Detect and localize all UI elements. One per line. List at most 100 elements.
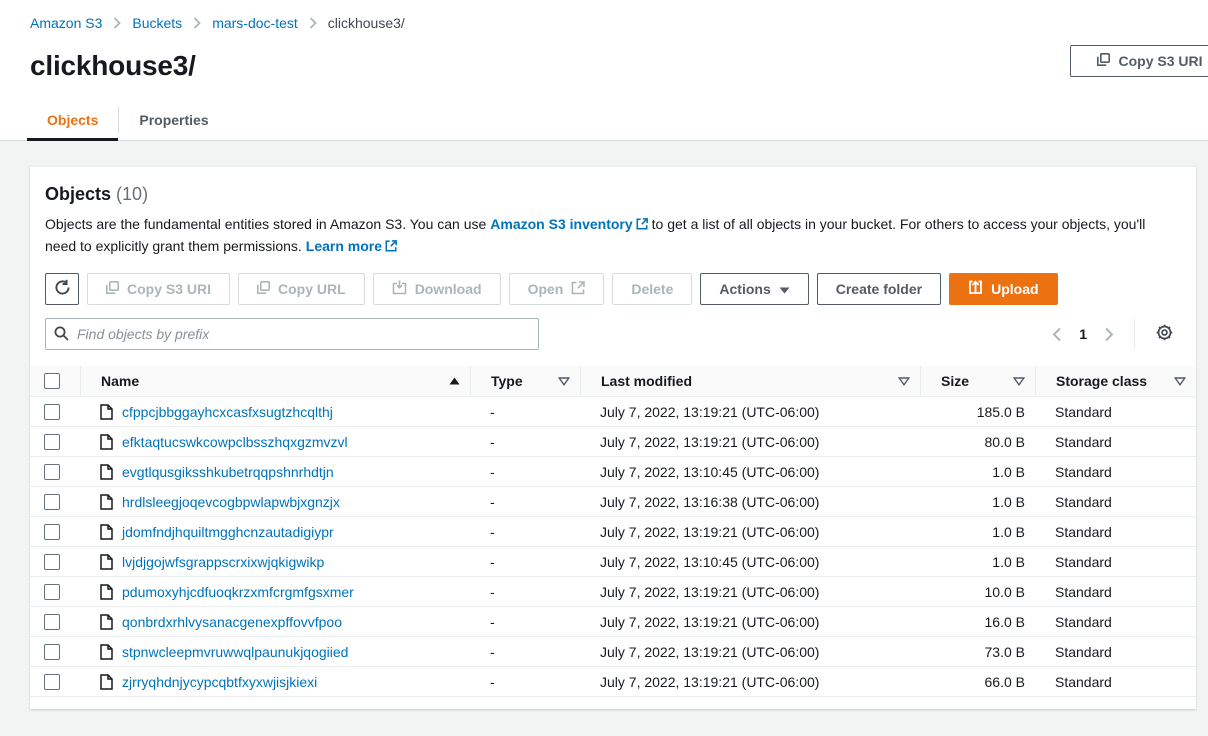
object-storage-class: Standard (1035, 517, 1196, 546)
column-header-name[interactable]: Name (80, 366, 470, 396)
table-row: cfppcjbbggayhcxcasfxsugtzhcqlthj - July … (30, 397, 1196, 427)
table-row: jdomfndjhquiltmgghcnzautadigiypr - July … (30, 517, 1196, 547)
copy-s3-uri-header-button[interactable]: Copy S3 URI (1070, 45, 1208, 77)
row-checkbox[interactable] (44, 494, 60, 510)
object-size: 1.0 B (920, 457, 1035, 486)
preferences-gear-button[interactable] (1153, 321, 1176, 347)
row-checkbox-cell (30, 397, 80, 426)
column-header-storage-class[interactable]: Storage class (1035, 366, 1196, 396)
object-type: - (470, 637, 580, 666)
current-page[interactable]: 1 (1077, 326, 1089, 342)
object-name-cell: jdomfndjhquiltmgghcnzautadigiypr (80, 517, 470, 546)
breadcrumb-item[interactable]: Amazon S3 (30, 15, 102, 31)
select-all-checkbox-cell (30, 366, 80, 396)
object-name-link[interactable]: hrdlsleegjoqevcogbpwlapwbjxgnzjx (122, 494, 340, 510)
refresh-button[interactable] (45, 273, 79, 305)
column-header-size[interactable]: Size (920, 366, 1035, 396)
download-button[interactable]: Download (373, 273, 501, 305)
row-checkbox-cell (30, 427, 80, 456)
table-row: qonbrdxrhlvysanacgenexpffovvfpoo - July … (30, 607, 1196, 637)
object-name-cell: cfppcjbbggayhcxcasfxsugtzhcqlthj (80, 397, 470, 426)
object-type: - (470, 487, 580, 516)
object-type: - (470, 517, 580, 546)
file-icon (100, 614, 113, 630)
tab-properties[interactable]: Properties (119, 100, 228, 140)
page-header: Amazon S3Bucketsmars-doc-testclickhouse3… (0, 0, 1208, 141)
object-last-modified: July 7, 2022, 13:19:21 (UTC-06:00) (580, 427, 920, 456)
object-last-modified: July 7, 2022, 13:19:21 (UTC-06:00) (580, 667, 920, 696)
row-checkbox-cell (30, 577, 80, 606)
file-icon (100, 524, 113, 540)
download-icon (392, 280, 407, 298)
object-name-link[interactable]: lvjdjgojwfsgrappscrxixwjqkigwikp (122, 554, 324, 570)
open-button[interactable]: Open (509, 273, 605, 305)
objects-panel: Objects (10) Objects are the fundamental… (30, 166, 1196, 709)
column-header-type[interactable]: Type (470, 366, 580, 396)
amazon-s3-inventory-link[interactable]: Amazon S3 inventory (490, 216, 647, 232)
file-icon (100, 464, 113, 480)
tab-bar: ObjectsProperties (27, 100, 1208, 140)
objects-description: Objects are the fundamental entities sto… (45, 214, 1177, 258)
file-icon (100, 554, 113, 570)
object-name-link[interactable]: qonbrdxrhlvysanacgenexpffovvfpoo (122, 614, 342, 630)
object-last-modified: July 7, 2022, 13:16:38 (UTC-06:00) (580, 487, 920, 516)
copy-url-button[interactable]: Copy URL (238, 273, 365, 305)
row-checkbox-cell (30, 607, 80, 636)
row-checkbox[interactable] (44, 524, 60, 540)
breadcrumb-item[interactable]: mars-doc-test (212, 15, 298, 31)
object-name-cell: zjrryqhdnjycypcqbtfxyxwjisjkiexi (80, 667, 470, 696)
row-checkbox[interactable] (44, 584, 60, 600)
row-checkbox[interactable] (44, 644, 60, 660)
object-size: 80.0 B (920, 427, 1035, 456)
object-name-link[interactable]: pdumoxyhjcdfuoqkrzxmfcrgmfgsxmer (122, 584, 354, 600)
breadcrumb-item[interactable]: Buckets (132, 15, 182, 31)
row-checkbox[interactable] (44, 614, 60, 630)
table-row: zjrryqhdnjycypcqbtfxyxwjisjkiexi - July … (30, 667, 1196, 697)
caret-down-icon (779, 281, 790, 297)
previous-page-button[interactable] (1050, 325, 1064, 344)
upload-icon (968, 280, 983, 298)
object-name-link[interactable]: zjrryqhdnjycypcqbtfxyxwjisjkiexi (122, 674, 317, 690)
copy-icon (257, 281, 270, 297)
row-checkbox-cell (30, 517, 80, 546)
external-link-icon (385, 239, 397, 255)
row-checkbox[interactable] (44, 464, 60, 480)
select-all-checkbox[interactable] (44, 373, 60, 389)
row-checkbox-cell (30, 487, 80, 516)
tab-objects[interactable]: Objects (27, 100, 118, 141)
object-size: 1.0 B (920, 547, 1035, 576)
row-checkbox[interactable] (44, 404, 60, 420)
sort-ascending-icon (439, 377, 460, 385)
delete-button[interactable]: Delete (612, 273, 692, 305)
row-checkbox[interactable] (44, 674, 60, 690)
file-icon (100, 404, 113, 420)
table-row: evgtlqusgiksshkubetrqqpshnrhdtjn - July … (30, 457, 1196, 487)
external-link-icon (571, 281, 585, 298)
copy-icon (106, 281, 119, 297)
upload-button[interactable]: Upload (949, 273, 1057, 305)
actions-menu-button[interactable]: Actions (700, 273, 808, 305)
table-row: hrdlsleegjoqevcogbpwlapwbjxgnzjx - July … (30, 487, 1196, 517)
copy-s3-uri-button[interactable]: Copy S3 URI (87, 273, 230, 305)
object-size: 10.0 B (920, 577, 1035, 606)
breadcrumb: Amazon S3Bucketsmars-doc-testclickhouse3… (30, 15, 1178, 31)
search-input[interactable] (45, 318, 539, 350)
object-name-link[interactable]: evgtlqusgiksshkubetrqqpshnrhdtjn (122, 464, 334, 480)
object-type: - (470, 397, 580, 426)
create-folder-button[interactable]: Create folder (817, 273, 941, 305)
object-name-link[interactable]: stpnwcleepmvruwwqlpaunukjqogiied (122, 644, 348, 660)
learn-more-link[interactable]: Learn more (306, 238, 397, 254)
object-type: - (470, 667, 580, 696)
object-storage-class: Standard (1035, 577, 1196, 606)
object-last-modified: July 7, 2022, 13:19:21 (UTC-06:00) (580, 517, 920, 546)
row-checkbox[interactable] (44, 434, 60, 450)
objects-toolbar: Copy S3 URI Copy URL Download Open Delet… (45, 273, 1181, 305)
object-name-link[interactable]: jdomfndjhquiltmgghcnzautadigiypr (122, 524, 334, 540)
row-checkbox[interactable] (44, 554, 60, 570)
object-size: 16.0 B (920, 607, 1035, 636)
column-header-last-modified[interactable]: Last modified (580, 366, 920, 396)
object-name-link[interactable]: cfppcjbbggayhcxcasfxsugtzhcqlthj (122, 404, 333, 420)
next-page-button[interactable] (1102, 325, 1116, 344)
object-name-link[interactable]: efktaqtucswkcowpclbsszhqxgzmvzvl (122, 434, 348, 450)
object-name-cell: hrdlsleegjoqevcogbpwlapwbjxgnzjx (80, 487, 470, 516)
